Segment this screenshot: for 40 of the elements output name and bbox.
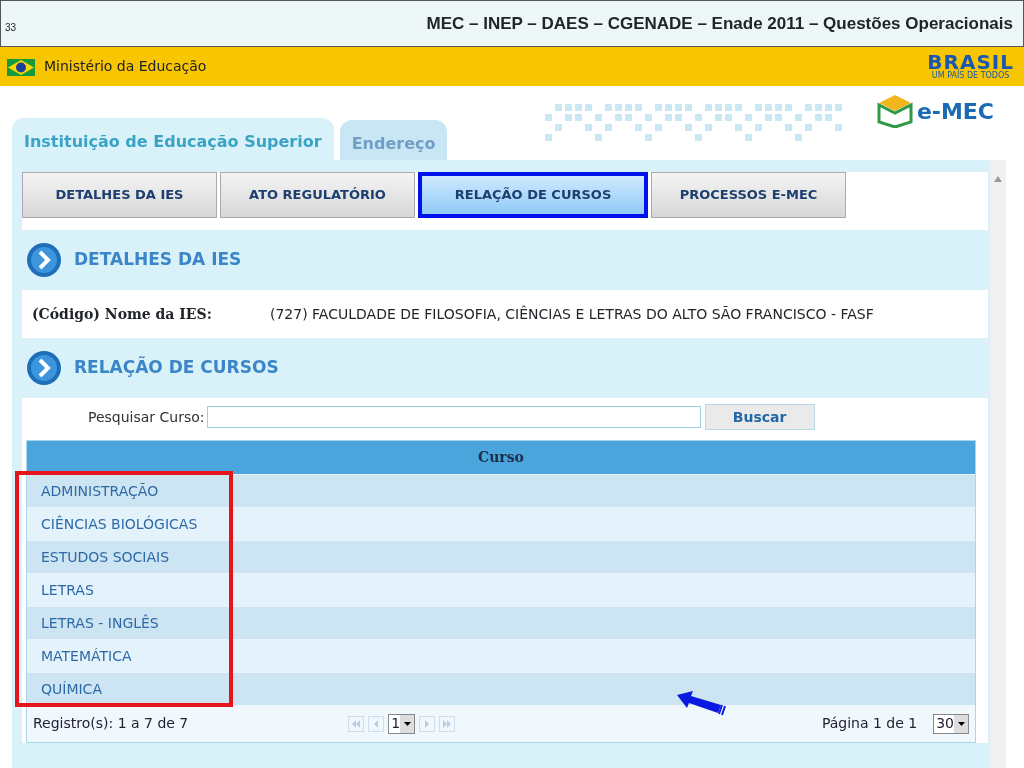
next-page-icon[interactable] xyxy=(419,715,436,732)
page-info: Página 1 de 1 xyxy=(821,714,918,733)
page-select[interactable]: 1 xyxy=(388,713,416,734)
caret-icon[interactable] xyxy=(957,721,965,726)
chevron-circle-icon xyxy=(26,350,62,386)
slide-title: MEC – INEP – DAES – CGENADE – Enade 2011 – Questões Operacionais xyxy=(426,12,1013,35)
first-page-icon[interactable] xyxy=(348,715,365,732)
page-size-select[interactable]: 30 xyxy=(933,713,969,734)
course-link[interactable]: CIÊNCIAS BIOLÓGICAS xyxy=(27,507,975,540)
nav-tab[interactable]: ATO REGULATÓRIO xyxy=(220,172,415,218)
last-page-icon[interactable] xyxy=(439,715,456,732)
course-link[interactable]: ADMINISTRAÇÃO xyxy=(27,474,975,507)
brand-tagline: UM PAÍS DE TODOS xyxy=(931,71,1010,80)
nav-tab[interactable]: DETALHES DA IES xyxy=(22,172,217,218)
column-header: Curso xyxy=(27,441,975,474)
course-link[interactable]: MATEMÁTICA xyxy=(27,639,975,672)
chevron-circle-icon xyxy=(26,242,62,278)
caret-icon[interactable] xyxy=(403,721,411,726)
logo-text: e-MEC xyxy=(916,97,994,126)
scroll-up-icon[interactable] xyxy=(994,176,1002,182)
nav-tab[interactable]: RELAÇÃO DE CURSOS xyxy=(418,172,648,218)
pointer-arrow xyxy=(677,691,727,717)
brand-logo-text: BRASIL xyxy=(927,53,1014,71)
course-link[interactable]: ESTUDOS SOCIAIS xyxy=(27,540,975,573)
envelope-cube-icon xyxy=(876,94,913,128)
search-label: Pesquisar Curso: xyxy=(88,407,205,427)
course-link[interactable]: LETRAS xyxy=(27,573,975,606)
course-link[interactable]: QUÍMICA xyxy=(27,672,975,705)
section-title: DETALHES DA IES xyxy=(74,248,242,272)
field-label: (Código) Nome da IES: xyxy=(32,304,213,324)
nav-tab[interactable]: PROCESSOS E-MEC xyxy=(651,172,846,218)
search-button[interactable]: Buscar xyxy=(704,404,815,430)
previous-page-icon[interactable] xyxy=(368,715,385,732)
section-title: RELAÇÃO DE CURSOS xyxy=(74,355,279,380)
course-link[interactable]: LETRAS - INGLÊS xyxy=(27,606,975,639)
search-field[interactable] xyxy=(206,406,701,428)
slide-number: 33 xyxy=(5,21,17,35)
records-count: Registro(s): 1 a 7 de 7 xyxy=(33,714,189,733)
ministry-name: Ministério da Educação xyxy=(44,57,207,76)
field-value: (727) FACULDADE DE FILOSOFIA, CIÊNCIAS E LETRAS DO ALTO SÃO FRANCISCO - FASF xyxy=(270,304,874,324)
